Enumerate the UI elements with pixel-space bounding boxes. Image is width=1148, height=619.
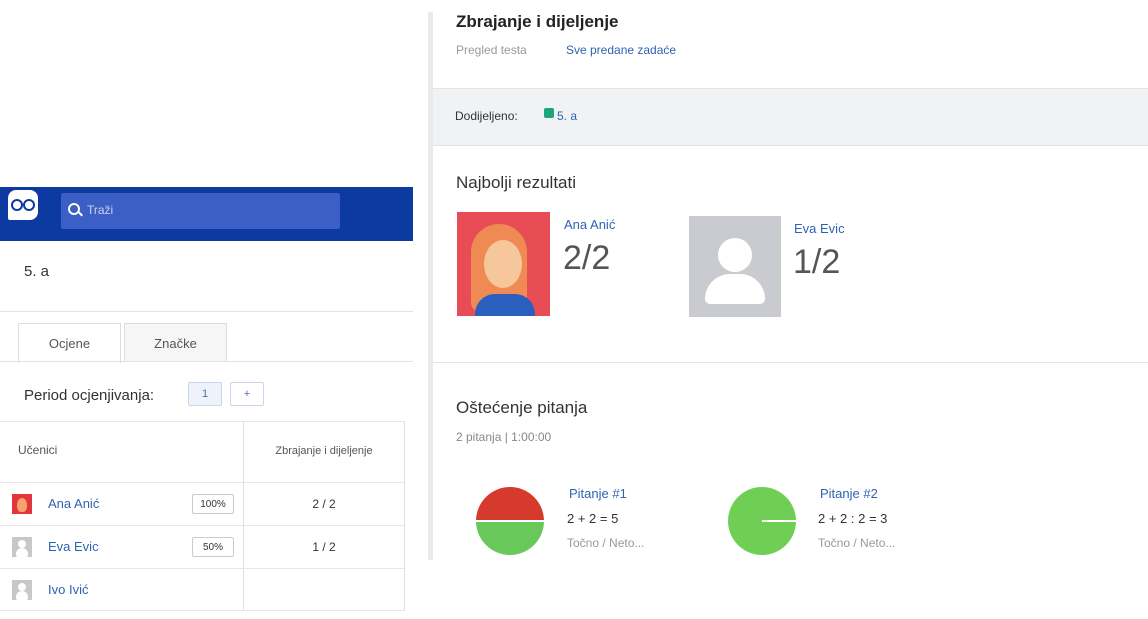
- question-1-text: 2 + 2 = 5: [567, 511, 619, 526]
- question-2-pie-chart[interactable]: [728, 487, 796, 555]
- tab-badges[interactable]: Značke: [124, 323, 227, 362]
- table-row: Ana Anić 100% 2 / 2: [0, 483, 404, 525]
- question-2-link[interactable]: Pitanje #2: [820, 486, 878, 501]
- score-cell[interactable]: 2 / 2: [244, 483, 404, 525]
- top-student-name[interactable]: Ana Anić: [564, 217, 615, 232]
- percent-badge: 100%: [192, 494, 234, 514]
- column-header-students: Učenici: [18, 443, 58, 457]
- add-period-button[interactable]: +: [230, 382, 264, 406]
- top-results-title: Najbolji rezultati: [456, 173, 576, 192]
- divider: [0, 311, 413, 312]
- question-1-pie-chart[interactable]: [476, 487, 544, 555]
- class-panel: Traži 5. a Ocjene Značke Period ocjenjiv…: [0, 0, 415, 619]
- search-input[interactable]: Traži: [61, 193, 340, 229]
- question-1-stats: Točno / Neto...: [567, 536, 645, 550]
- top-student-name[interactable]: Eva Evic: [794, 221, 845, 236]
- search-icon: [68, 203, 80, 215]
- class-title: 5. a: [24, 263, 50, 280]
- search-placeholder: Traži: [87, 203, 114, 217]
- table-row: Eva Evic 50% 1 / 2: [0, 526, 404, 568]
- quiz-meta: 2 pitanja | 1:00:00: [456, 430, 552, 444]
- student-name-link[interactable]: Ivo Ivić: [48, 582, 88, 597]
- question-1-link[interactable]: Pitanje #1: [569, 486, 627, 501]
- student-name-link[interactable]: Ana Anić: [48, 496, 99, 511]
- divider: [0, 421, 404, 422]
- app-logo-icon[interactable]: [8, 190, 38, 220]
- divider: [433, 362, 1148, 363]
- question-breakdown-title: Oštećenje pitanja: [456, 398, 588, 417]
- top-navbar: Traži: [0, 187, 413, 241]
- grading-period-label: Period ocjenjivanja:: [24, 387, 155, 404]
- avatar: [12, 580, 32, 600]
- assigned-label: Dodijeljeno:: [455, 109, 518, 123]
- score-cell[interactable]: [244, 569, 404, 611]
- avatar: [12, 537, 32, 557]
- top-student-score: 1/2: [793, 243, 841, 281]
- divider: [404, 421, 405, 611]
- page-title: Zbrajanje i dijeljenje: [456, 12, 619, 31]
- top-student-score: 2/2: [563, 239, 611, 277]
- divider: [0, 610, 404, 611]
- column-header-quiz[interactable]: Zbrajanje i dijeljenje: [244, 445, 404, 457]
- question-2-stats: Točno / Neto...: [818, 536, 896, 550]
- divider: [0, 361, 413, 362]
- student-photo[interactable]: [457, 212, 550, 316]
- student-photo-placeholder-icon[interactable]: [689, 216, 781, 317]
- assigned-class-link[interactable]: 5. a: [557, 109, 577, 123]
- tab-grades[interactable]: Ocjene: [18, 323, 121, 363]
- score-cell[interactable]: 1 / 2: [244, 526, 404, 568]
- assigned-bar: Dodijeljeno: 5. a: [433, 88, 1148, 146]
- percent-badge: 50%: [192, 537, 234, 557]
- grading-period-1-button[interactable]: 1: [188, 382, 222, 406]
- student-name-link[interactable]: Eva Evic: [48, 539, 99, 554]
- breadcrumb-all-submissions[interactable]: Sve predane zadaće: [566, 43, 676, 57]
- question-2-text: 2 + 2 : 2 = 3: [818, 511, 888, 526]
- table-row: Ivo Ivić: [0, 569, 404, 611]
- class-tag-icon: [544, 108, 554, 118]
- avatar: [12, 494, 32, 514]
- breadcrumb-quiz-overview[interactable]: Pregled testa: [456, 43, 527, 57]
